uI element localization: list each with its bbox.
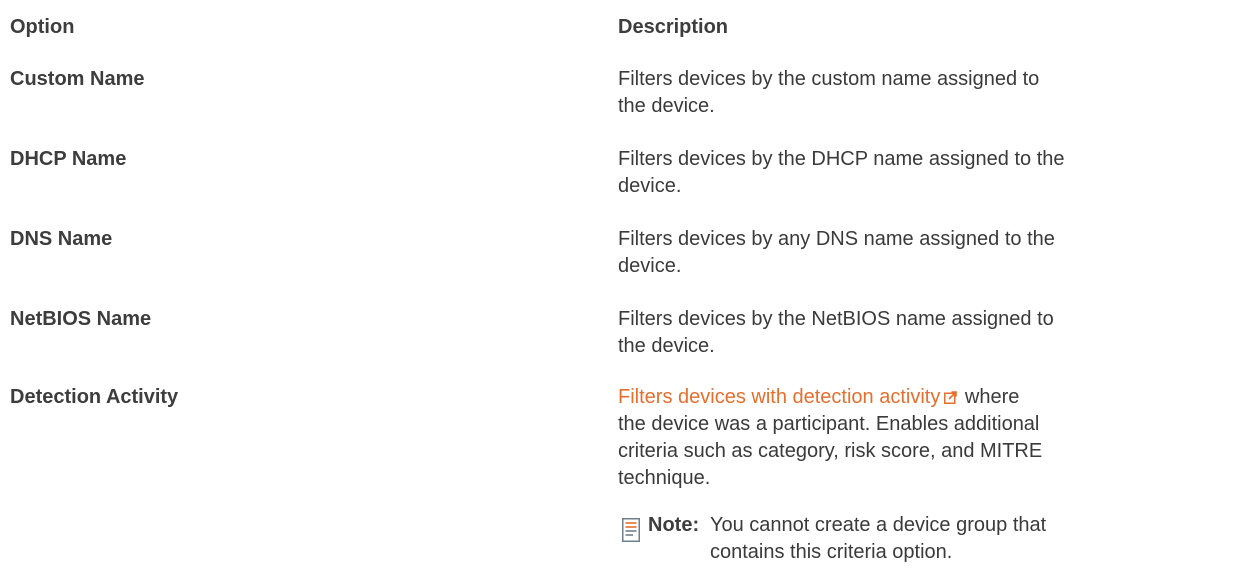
- detection-activity-link[interactable]: Filters devices with detection activity: [618, 386, 940, 408]
- description-line: Filters devices by the custom name assig…: [618, 68, 1040, 90]
- option-dns-name: DNS Name: [10, 228, 113, 250]
- description-text: where: [964, 386, 1020, 408]
- external-link-icon[interactable]: [944, 391, 958, 404]
- description-line: the device.: [618, 95, 715, 117]
- note-line: contains this criteria option.: [710, 541, 953, 563]
- description-custom-name: Filters devices by the custom name assig…: [618, 66, 1158, 120]
- description-line: Filters devices by the DHCP name assigne…: [618, 148, 1065, 170]
- header-description: Description: [618, 16, 729, 38]
- description-dns-name: Filters devices by any DNS name assigned…: [618, 226, 1158, 280]
- option-custom-name: Custom Name: [10, 68, 145, 90]
- description-line: device.: [618, 255, 682, 277]
- description-netbios-name: Filters devices by the NetBIOS name assi…: [618, 306, 1158, 360]
- note-text: You cannot create a device group that co…: [710, 512, 1230, 566]
- description-line: technique.: [618, 467, 711, 489]
- description-line: Filters devices by the NetBIOS name assi…: [618, 308, 1054, 330]
- option-dhcp-name: DHCP Name: [10, 148, 127, 170]
- note-label: Note:: [648, 514, 700, 536]
- description-line: the device.: [618, 335, 715, 357]
- description-line: Filters devices with detection activity …: [618, 384, 1158, 411]
- option-netbios-name: NetBIOS Name: [10, 308, 152, 330]
- description-line: Filters devices by any DNS name assigned…: [618, 228, 1055, 250]
- description-line: the device was a participant. Enables ad…: [618, 413, 1040, 435]
- description-line: criteria such as category, risk score, a…: [618, 440, 1043, 462]
- note-icon: [622, 518, 640, 542]
- header-option: Option: [10, 16, 75, 38]
- option-detection-activity: Detection Activity: [10, 386, 179, 408]
- description-line: device.: [618, 175, 682, 197]
- description-dhcp-name: Filters devices by the DHCP name assigne…: [618, 146, 1158, 200]
- description-detection-activity: Filters devices with detection activity …: [618, 384, 1158, 492]
- note-line: You cannot create a device group that: [710, 514, 1047, 536]
